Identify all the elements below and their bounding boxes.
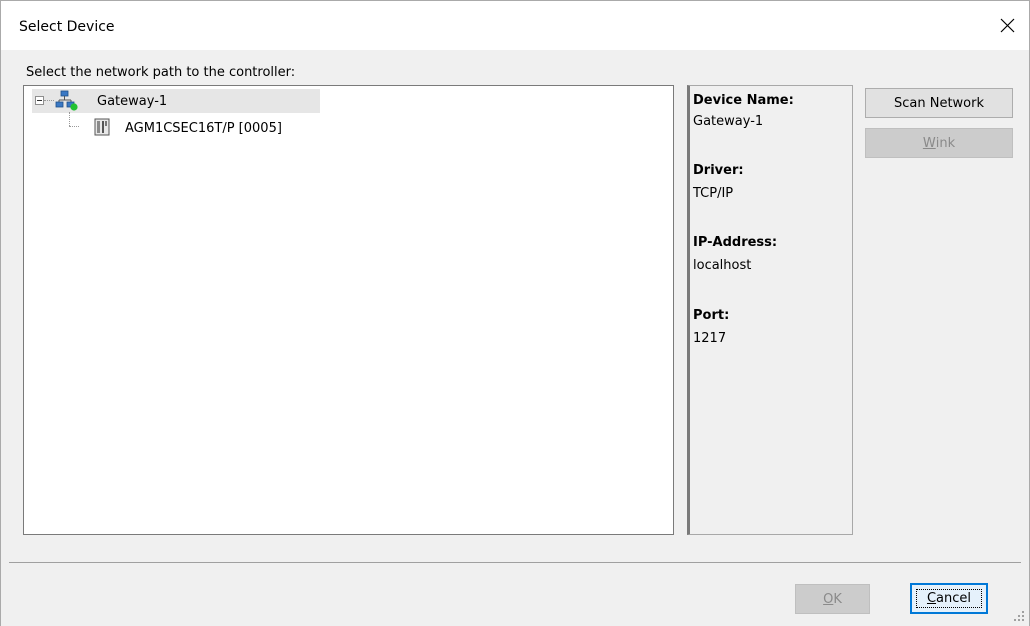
device-tree[interactable]: Gateway-1 AGM1CSEC16T/P [0005] [23,85,674,535]
device-name-label: Device Name: [693,93,794,108]
cancel-mnemonic: C [926,591,937,606]
wink-mnemonic: W [922,135,936,151]
port-value: 1217 [693,331,727,346]
ip-address-value: localhost [693,258,752,273]
close-icon [1000,18,1014,33]
device-info-panel: Device Name: Gateway-1 Driver: TCP/IP IP… [687,85,853,535]
tree-item-controller[interactable]: AGM1CSEC16T/P [0005] [125,121,282,136]
scan-network-button[interactable]: Scan Network [865,88,1013,118]
cancel-button[interactable]: Cancel [910,583,988,614]
close-button[interactable] [991,10,1023,42]
tree-connector-line [69,126,79,127]
tree-connector-line [69,112,70,126]
title-bar: Select Device [0,0,1030,50]
collapse-icon[interactable] [35,96,44,105]
ok-label-rest: K [833,591,842,607]
wink-button[interactable]: Wink [865,128,1013,158]
port-label: Port: [693,308,730,323]
device-name-value: Gateway-1 [693,114,764,129]
network-gateway-icon [55,90,78,111]
cancel-label: Cancel [915,589,983,608]
tree-connector-line [44,100,54,101]
window-title: Select Device [19,19,115,35]
cancel-label-rest: ancel [936,591,972,606]
driver-value: TCP/IP [693,186,734,201]
footer-divider [9,562,1021,563]
tree-item-gateway-1[interactable]: Gateway-1 [97,94,167,109]
ok-button[interactable]: OK [795,584,870,614]
controller-device-icon [94,118,110,136]
driver-label: Driver: [693,163,744,178]
ip-address-label: IP-Address: [693,235,778,250]
resize-grip-icon[interactable] [1013,610,1025,622]
ok-mnemonic: O [823,591,834,607]
wink-label-rest: ink [935,135,956,151]
tree-label: Select the network path to the controlle… [26,65,296,80]
dialog-body: Select the network path to the controlle… [0,50,1030,626]
